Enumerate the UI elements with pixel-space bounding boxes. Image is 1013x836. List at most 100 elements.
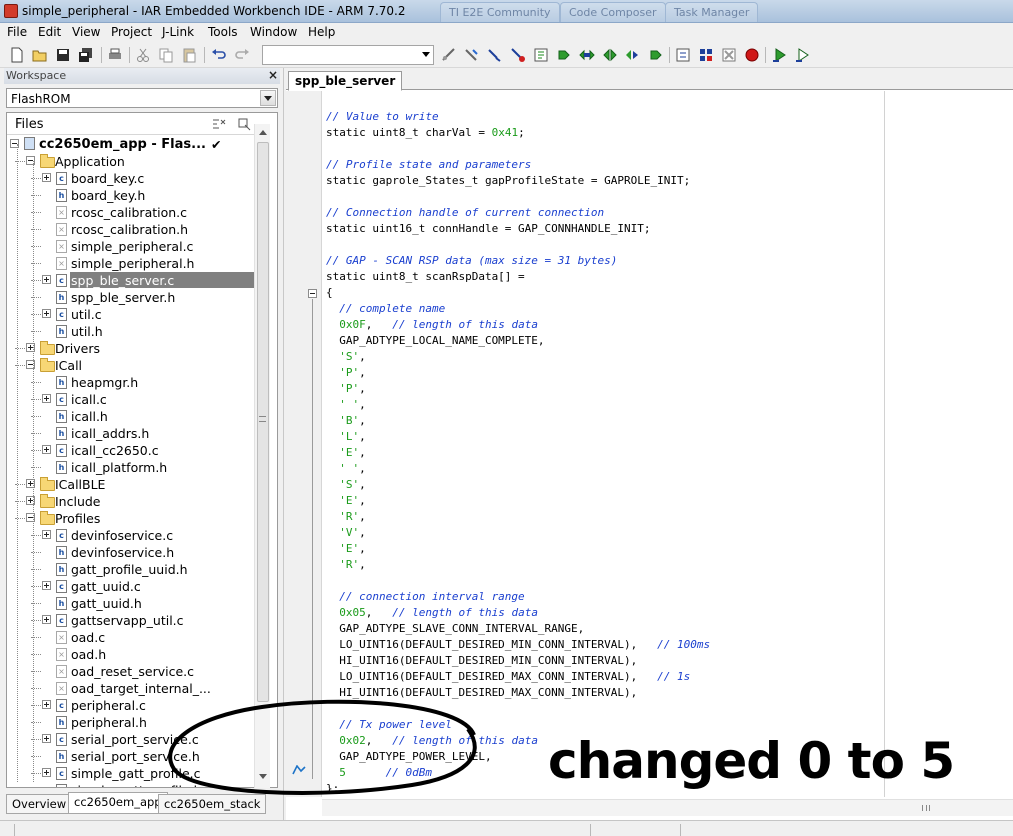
menu-jlink[interactable]: J-Link: [162, 25, 194, 39]
tab-spp-ble-server[interactable]: spp_ble_server: [288, 71, 403, 91]
tree-item[interactable]: h devinfoservice.h: [7, 544, 261, 561]
tree-item[interactable]: h icall.h: [7, 408, 261, 425]
tree-item[interactable]: × simple_peripheral.h: [7, 255, 261, 272]
tree-item[interactable]: h board_key.h: [7, 187, 261, 204]
find-combo[interactable]: [262, 45, 434, 65]
run-to-cursor-icon[interactable]: [647, 46, 665, 64]
expand-icon[interactable]: [42, 309, 51, 318]
undo-icon[interactable]: [210, 46, 228, 64]
tree-item[interactable]: c gattservapp_util.c: [7, 612, 261, 629]
scroll-thumb[interactable]: [257, 142, 269, 702]
tree-item[interactable]: h spp_ble_server.h: [7, 289, 261, 306]
tree-item[interactable]: c gatt_uuid.c: [7, 578, 261, 595]
expand-icon[interactable]: [42, 275, 51, 284]
expand-icon[interactable]: [42, 581, 51, 590]
tree-item[interactable]: c icall.c: [7, 391, 261, 408]
tree-item[interactable]: Application: [7, 153, 261, 170]
file-tree: Files cc2650em_app - Flas... ✔ Application…: [6, 112, 278, 788]
expand-icon[interactable]: [42, 530, 51, 539]
rebuild-icon[interactable]: [697, 46, 715, 64]
tree-item[interactable]: h gatt_uuid.h: [7, 595, 261, 612]
expand-icon[interactable]: [42, 445, 51, 454]
tab-overview[interactable]: Overview: [6, 794, 73, 814]
tree-item[interactable]: ICallBLE: [7, 476, 261, 493]
fold-collapse-icon[interactable]: [308, 289, 317, 298]
expand-icon[interactable]: [42, 615, 51, 624]
tree-item[interactable]: h icall_addrs.h: [7, 425, 261, 442]
expand-icon[interactable]: [42, 700, 51, 709]
next-statement-icon[interactable]: [624, 46, 642, 64]
tree-item[interactable]: c icall_cc2650.c: [7, 442, 261, 459]
h-file-icon: h: [56, 546, 67, 559]
menu-file[interactable]: File: [7, 25, 27, 39]
step-out-icon[interactable]: [601, 46, 619, 64]
redo-icon[interactable]: [233, 46, 251, 64]
debug-icon[interactable]: [463, 46, 481, 64]
print-icon[interactable]: [106, 46, 124, 64]
h-file-icon: h: [56, 410, 67, 423]
tree-item[interactable]: h heapmgr.h: [7, 374, 261, 391]
tree-item[interactable]: Include: [7, 493, 261, 510]
step-over-icon[interactable]: [555, 46, 573, 64]
paste-icon[interactable]: [180, 46, 198, 64]
tree-item[interactable]: h icall_platform.h: [7, 459, 261, 476]
scroll-up-icon[interactable]: [259, 130, 267, 135]
menu-view[interactable]: View: [72, 25, 100, 39]
save-all-icon[interactable]: [77, 46, 95, 64]
tree-item[interactable]: cc2650em_app - Flas... ✔: [7, 136, 261, 153]
expand-icon[interactable]: [42, 768, 51, 777]
stop-build-icon[interactable]: [720, 46, 738, 64]
tree-item[interactable]: × oad.h: [7, 646, 261, 663]
expand-icon[interactable]: [42, 173, 51, 182]
tab-cc2650em-app[interactable]: cc2650em_app: [68, 792, 168, 814]
tree-item[interactable]: c board_key.c: [7, 170, 261, 187]
chevron-down-icon[interactable]: [260, 90, 276, 106]
config-column-icon[interactable]: [211, 117, 227, 131]
build-icon[interactable]: [674, 46, 692, 64]
tree-item[interactable]: × rcosc_calibration.c: [7, 204, 261, 221]
tree-item[interactable]: Drivers: [7, 340, 261, 357]
make-icon[interactable]: [509, 46, 527, 64]
tree-item[interactable]: c devinfoservice.c: [7, 527, 261, 544]
code-area[interactable]: // Value to write static uint8_t charVal …: [326, 91, 886, 797]
editor-gutter[interactable]: [286, 91, 322, 797]
editor-horizontal-scrollbar[interactable]: [322, 799, 1013, 816]
download-debug-icon[interactable]: [771, 46, 789, 64]
tree-item[interactable]: ICall: [7, 357, 261, 374]
open-folder-icon[interactable]: [31, 46, 49, 64]
breakpoint-icon[interactable]: [743, 46, 761, 64]
code-line: 'S',: [326, 350, 366, 363]
expand-icon[interactable]: [42, 394, 51, 403]
tree-item[interactable]: c util.c: [7, 306, 261, 323]
tree-item[interactable]: c spp_ble_server.c: [7, 272, 261, 289]
chevron-down-icon[interactable]: [422, 52, 430, 57]
tree-scrollbar[interactable]: [254, 124, 270, 788]
cut-icon[interactable]: [134, 46, 152, 64]
tree-item-label: icall.c: [71, 392, 107, 407]
tree-item[interactable]: × oad.c: [7, 629, 261, 646]
tree-item[interactable]: × rcosc_calibration.h: [7, 221, 261, 238]
tree-item[interactable]: Profiles: [7, 510, 261, 527]
tree-item[interactable]: h util.h: [7, 323, 261, 340]
tree-item-label: gatt_uuid.h: [71, 596, 142, 611]
menu-edit[interactable]: Edit: [38, 25, 61, 39]
menu-window[interactable]: Window: [250, 25, 297, 39]
tree-item[interactable]: × oad_reset_service.c: [7, 663, 261, 680]
step-into-icon[interactable]: [578, 46, 596, 64]
expand-icon[interactable]: [42, 734, 51, 743]
compile-icon[interactable]: [486, 46, 504, 64]
toggle-breakpoint-icon[interactable]: [440, 46, 458, 64]
debug-without-download-icon[interactable]: [794, 46, 812, 64]
save-icon[interactable]: [54, 46, 72, 64]
menu-tools[interactable]: Tools: [208, 25, 238, 39]
menu-project[interactable]: Project: [111, 25, 152, 39]
copy-icon[interactable]: [157, 46, 175, 64]
go-icon[interactable]: [532, 46, 550, 64]
tree-item[interactable]: h gatt_profile_uuid.h: [7, 561, 261, 578]
menu-help[interactable]: Help: [308, 25, 335, 39]
tree-item[interactable]: × simple_peripheral.c: [7, 238, 261, 255]
new-file-icon[interactable]: [8, 46, 26, 64]
configuration-dropdown[interactable]: FlashROM: [6, 88, 278, 108]
close-icon[interactable]: ×: [268, 68, 278, 82]
options-column-icon[interactable]: [237, 117, 253, 131]
